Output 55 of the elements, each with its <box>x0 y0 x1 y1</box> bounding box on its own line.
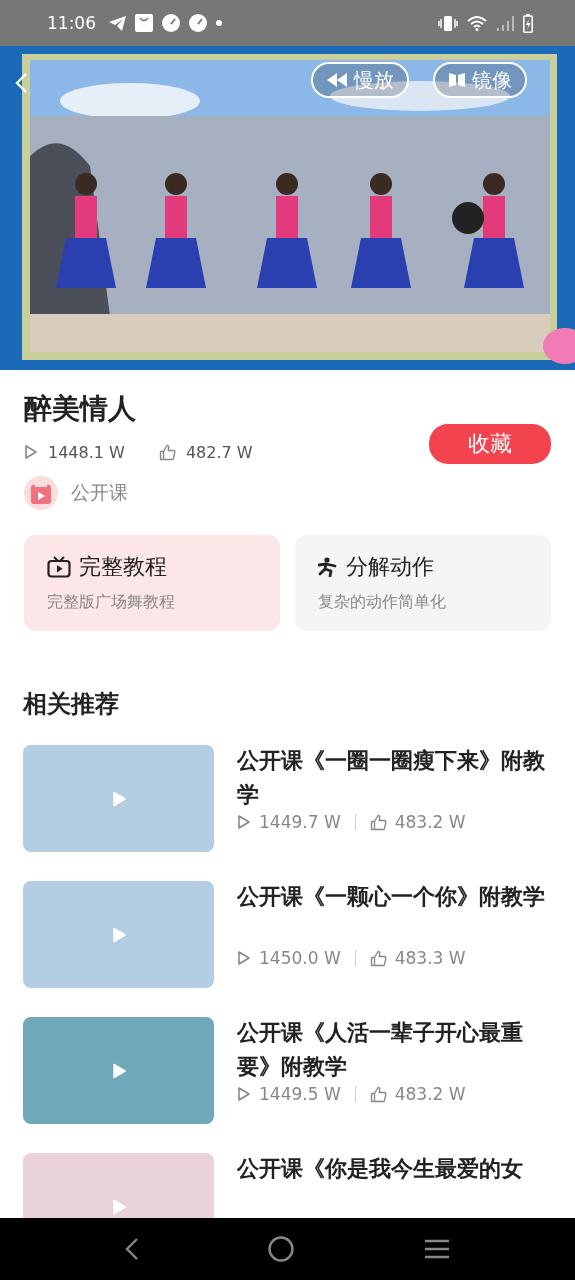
mirror-icon <box>448 71 466 89</box>
favorite-button[interactable]: 收藏 <box>429 424 551 464</box>
play-count-icon <box>237 814 251 830</box>
video-title[interactable]: 公开课《一颗心一个你》附教学 <box>237 880 551 948</box>
play-count-icon <box>237 1086 251 1102</box>
dot-icon <box>216 20 222 26</box>
back-icon[interactable] <box>124 1237 139 1261</box>
card-title: 完整教程 <box>79 553 167 581</box>
play-count: 1450.0 W <box>259 948 341 968</box>
signal-icon <box>496 15 514 31</box>
play-icon <box>111 1062 126 1079</box>
vibrate-icon <box>438 15 458 31</box>
video-thumbnail[interactable] <box>23 745 214 852</box>
thumbs-up-icon <box>369 1085 387 1103</box>
breakdown-card[interactable]: 分解动作 复杂的动作简单化 <box>295 535 551 631</box>
gauge-icon <box>189 14 207 32</box>
card-title: 分解动作 <box>346 553 434 581</box>
home-icon[interactable] <box>268 1236 295 1262</box>
tv-icon <box>47 556 71 578</box>
play-icon <box>111 926 126 943</box>
video-thumbnail[interactable] <box>23 1017 214 1124</box>
clock: 11:06 <box>47 13 96 33</box>
play-count-icon <box>24 444 38 460</box>
video-title[interactable]: 公开课《一圈一圈瘦下来》附教学 <box>237 744 551 812</box>
play-icon <box>111 1198 126 1215</box>
like-count: 483.2 W <box>394 812 466 832</box>
paper-plane-icon <box>109 15 126 31</box>
like-count: 483.3 W <box>394 948 466 968</box>
battery-charging-icon <box>523 13 533 33</box>
menu-icon[interactable] <box>424 1238 451 1260</box>
play-count-icon <box>237 950 251 966</box>
thumbs-up-icon <box>369 949 387 967</box>
gauge-icon <box>162 14 180 32</box>
video-title[interactable]: 公开课《你是我今生最爱的女 <box>237 1152 551 1218</box>
rewind-icon <box>326 72 348 88</box>
section-heading: 相关推荐 <box>23 689 120 719</box>
card-subtitle: 复杂的动作简单化 <box>318 592 447 613</box>
wifi-icon <box>467 15 487 31</box>
play-count: 1448.1 W <box>48 442 125 462</box>
play-count: 1449.7 W <box>259 812 341 832</box>
shopping-bag-icon <box>135 14 153 32</box>
tutorial-card[interactable]: 完整教程 完整版广场舞教程 <box>24 535 280 631</box>
runner-icon <box>318 557 338 577</box>
video-title[interactable]: 公开课《人活一辈子开心最重要》附教学 <box>237 1016 551 1084</box>
card-subtitle: 完整版广场舞教程 <box>47 592 176 613</box>
play-count: 1449.5 W <box>259 1084 341 1104</box>
video-thumbnail[interactable] <box>23 881 214 988</box>
thumbs-up-icon <box>158 443 176 461</box>
like-count: 483.2 W <box>394 1084 466 1104</box>
channel-avatar[interactable] <box>24 476 58 510</box>
play-icon <box>111 790 126 807</box>
thumbs-up-icon <box>369 813 387 831</box>
channel-name[interactable]: 公开课 <box>71 480 128 506</box>
video-title: 醉美情人 <box>24 392 137 426</box>
like-count: 482.7 W <box>185 442 253 462</box>
